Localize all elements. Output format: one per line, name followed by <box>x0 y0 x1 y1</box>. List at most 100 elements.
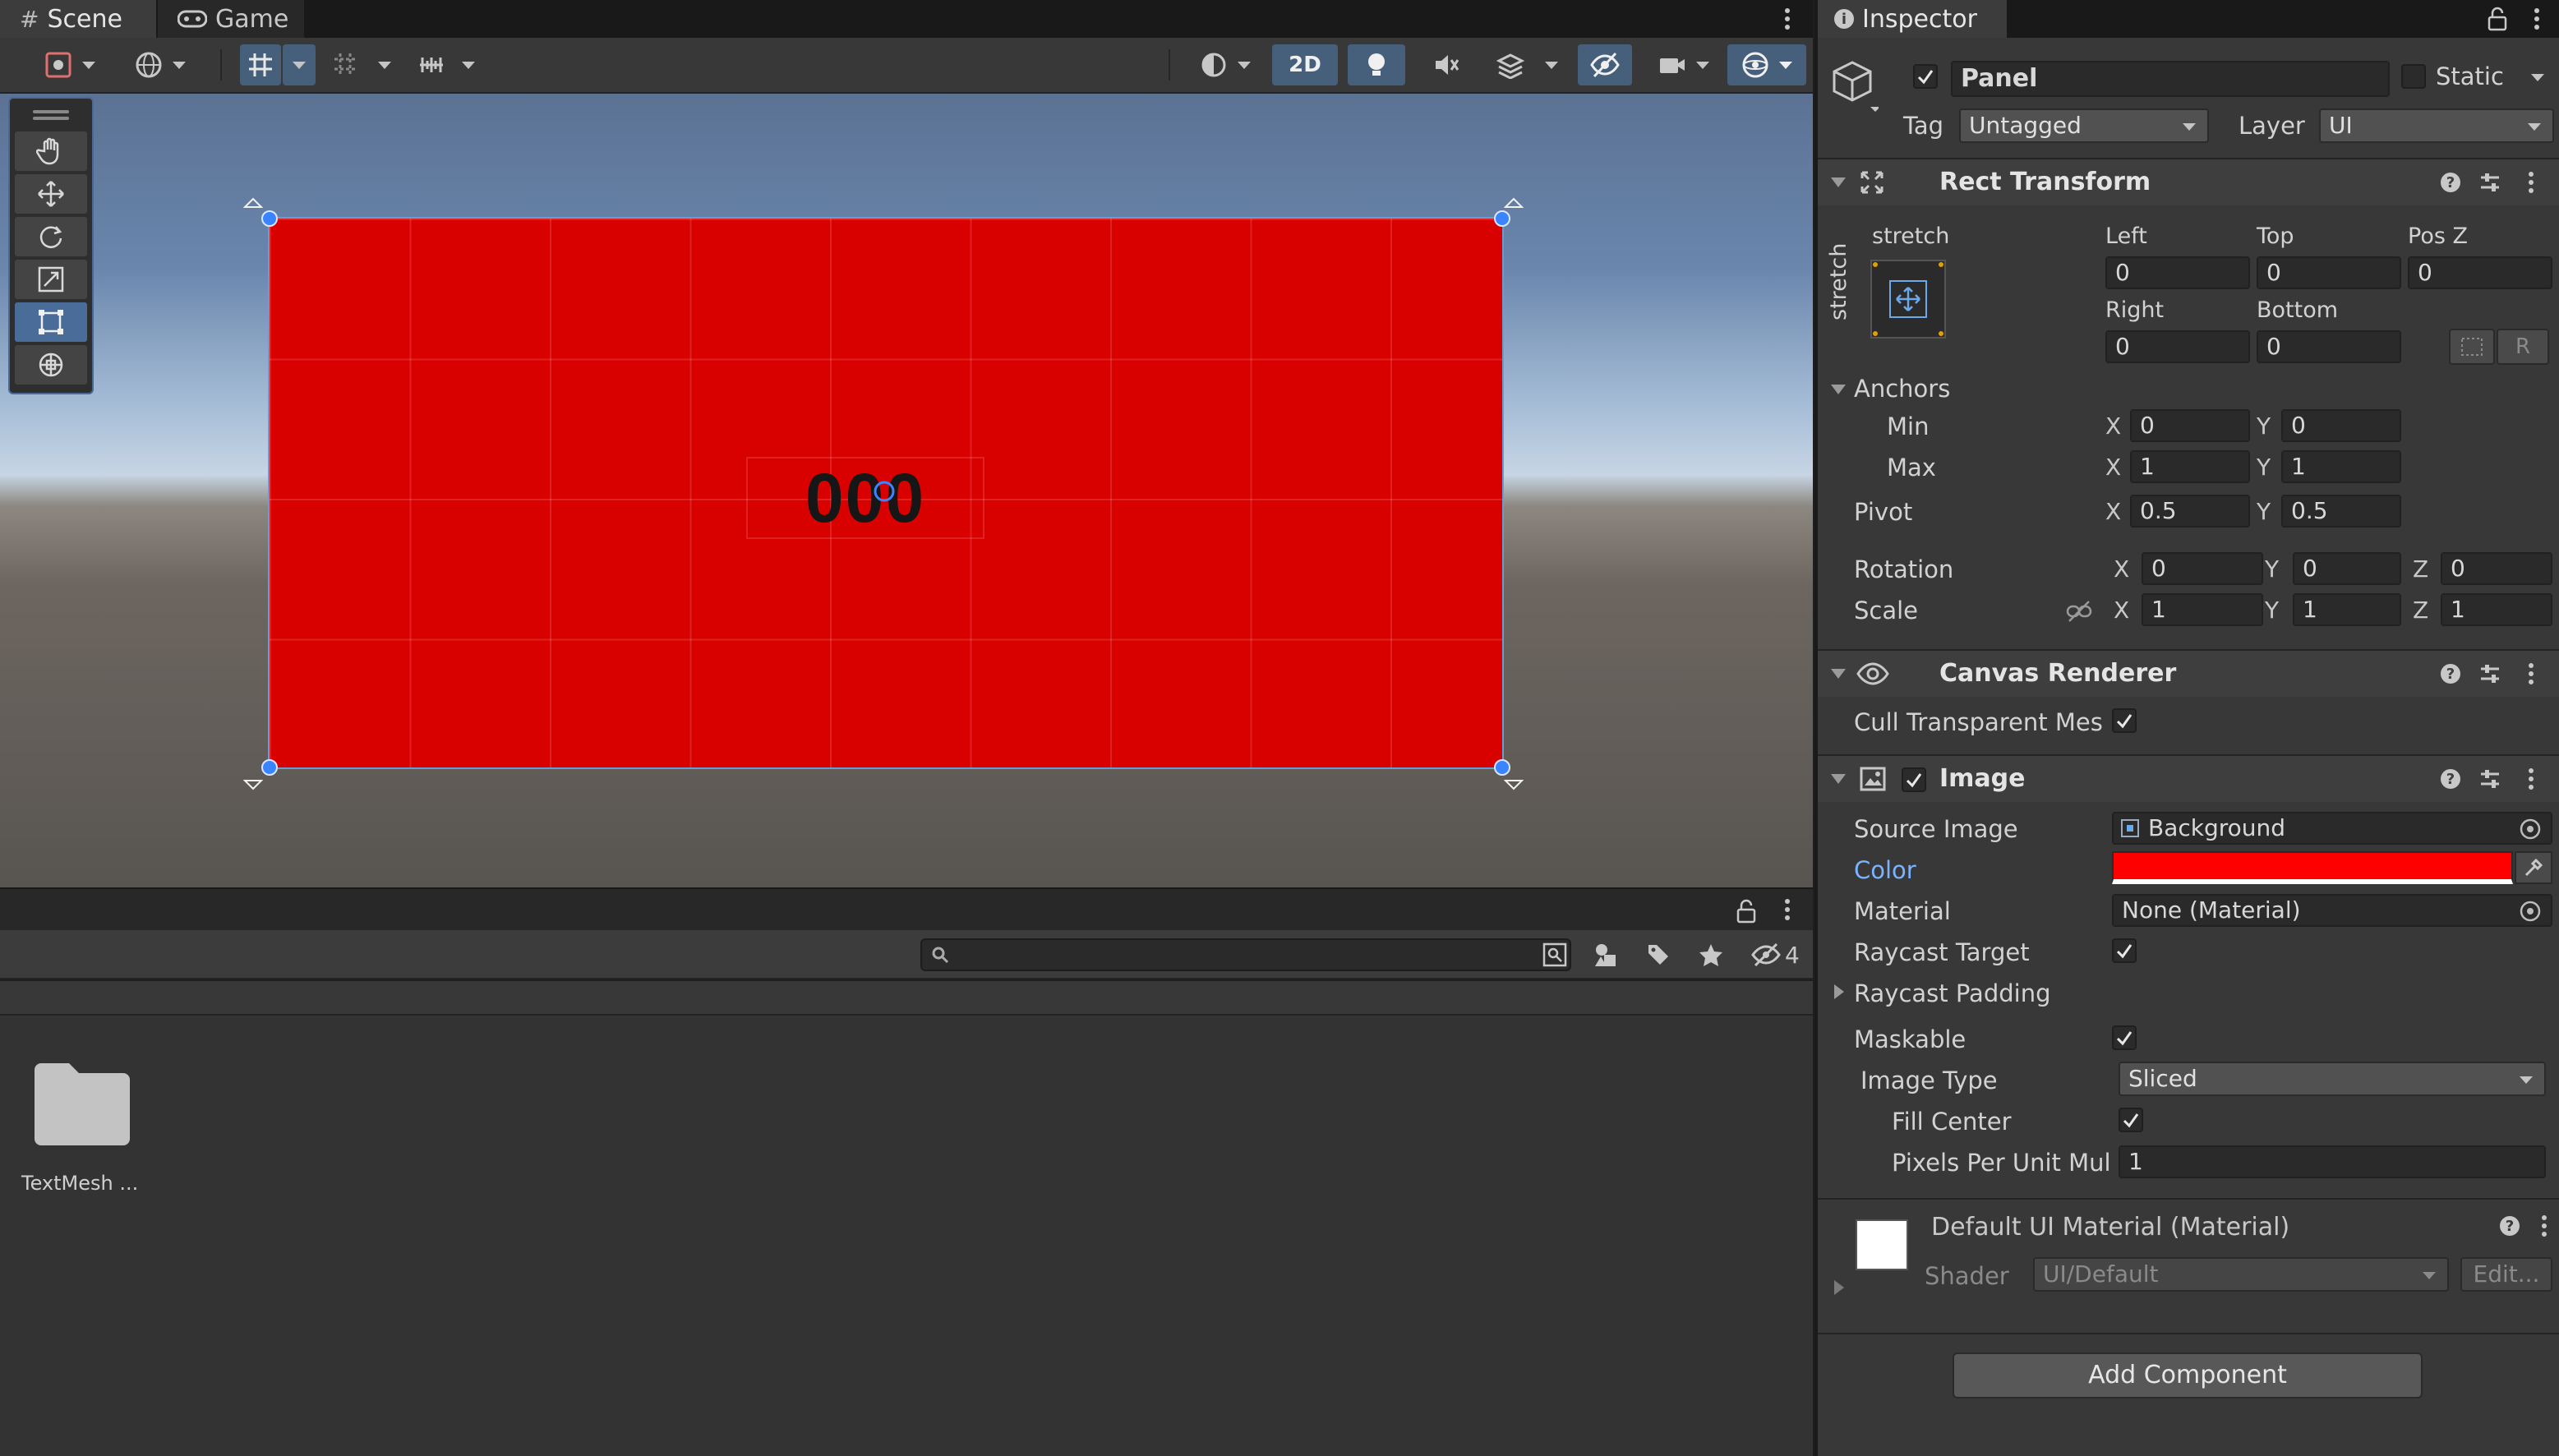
pivot-y-field[interactable]: 0.5 <box>2281 495 2401 528</box>
pivot-x-field[interactable]: 0.5 <box>2130 495 2250 528</box>
lock-icon[interactable] <box>1736 899 1757 924</box>
more-options-icon[interactable] <box>1775 5 1800 33</box>
effects-dropdown[interactable] <box>1537 44 1566 85</box>
tab-game[interactable]: Game <box>158 0 304 38</box>
collapse-triangle-icon[interactable] <box>1831 774 1846 784</box>
scene-viewport[interactable]: 000 <box>0 94 1813 887</box>
more-options-icon[interactable] <box>2520 661 2543 687</box>
scale-tool-button[interactable] <box>15 260 87 299</box>
tag-dropdown[interactable]: Untagged <box>1959 108 2209 143</box>
folder-icon[interactable] <box>31 1058 133 1149</box>
lighting-toggle[interactable] <box>1348 44 1405 85</box>
increment-snap-button[interactable] <box>325 44 367 85</box>
lock-icon[interactable] <box>2487 7 2508 31</box>
anchor-presets-button[interactable] <box>1870 260 1946 339</box>
raycast-target-checkbox[interactable] <box>2112 938 2137 963</box>
help-icon[interactable]: ? <box>2439 662 2462 685</box>
draw-mode-dropdown[interactable] <box>33 44 107 85</box>
bottom-field[interactable]: 0 <box>2257 330 2401 363</box>
raw-edit-button[interactable]: R <box>2497 329 2549 365</box>
static-checkbox[interactable] <box>2401 64 2426 89</box>
anchor-min-x-field[interactable]: 0 <box>2130 409 2250 442</box>
active-checkbox[interactable] <box>1913 64 1938 89</box>
pixels-per-unit-field[interactable]: 1 <box>2119 1145 2546 1178</box>
fill-center-checkbox[interactable] <box>2119 1108 2143 1132</box>
source-image-field[interactable]: Background <box>2112 812 2552 845</box>
folder-label[interactable]: TextMesh ... <box>21 1172 169 1195</box>
rotation-x-field[interactable]: 0 <box>2142 552 2263 585</box>
raycast-padding-foldout-icon[interactable] <box>1834 984 1844 999</box>
edit-shader-button[interactable]: Edit... <box>2460 1257 2552 1292</box>
gameobject-cube-icon[interactable] <box>1829 59 1879 115</box>
pivot-icon[interactable] <box>871 478 897 505</box>
more-options-icon[interactable] <box>2520 169 2543 196</box>
more-options-icon[interactable] <box>1775 896 1800 924</box>
camera-dropdown[interactable] <box>1647 44 1721 85</box>
material-field[interactable]: None (Material) <box>2112 894 2552 927</box>
material-foldout-icon[interactable] <box>1834 1280 1844 1295</box>
tab-inspector[interactable]: i Inspector <box>1818 0 2007 38</box>
increment-snap-dropdown[interactable] <box>370 44 399 85</box>
object-picker-icon[interactable] <box>2518 817 2543 841</box>
preset-sliders-icon[interactable] <box>2478 171 2501 194</box>
ruler-button[interactable] <box>411 44 452 85</box>
more-options-icon[interactable] <box>2524 5 2549 33</box>
maskable-checkbox[interactable] <box>2112 1025 2137 1050</box>
grid-snap-button[interactable] <box>240 44 281 85</box>
rect-handle-bottom-left[interactable] <box>261 759 278 776</box>
rotate-tool-button[interactable] <box>15 217 87 256</box>
image-type-dropdown[interactable]: Sliced <box>2119 1062 2546 1096</box>
material-preview-swatch[interactable] <box>1856 1219 1908 1270</box>
shading-mode-dropdown[interactable] <box>1188 44 1262 85</box>
left-field[interactable]: 0 <box>2105 256 2250 289</box>
right-field[interactable]: 0 <box>2105 330 2250 363</box>
anchors-label[interactable]: Anchors <box>1854 375 1950 403</box>
tab-scene[interactable]: # Scene <box>0 0 156 38</box>
anchor-min-y-field[interactable]: 0 <box>2281 409 2401 442</box>
shader-dropdown[interactable]: UI/Default <box>2033 1257 2449 1292</box>
help-icon[interactable]: ? <box>2498 1214 2521 1237</box>
grid-snap-dropdown[interactable] <box>283 44 316 85</box>
blueprint-mode-button[interactable] <box>2449 329 2495 365</box>
2d-mode-toggle[interactable]: 2D <box>1272 44 1338 85</box>
object-name-field[interactable]: Panel <box>1951 61 2390 97</box>
object-picker-icon[interactable] <box>2518 899 2543 924</box>
cull-transparent-checkbox[interactable] <box>2112 708 2137 733</box>
anchors-foldout-icon[interactable] <box>1831 385 1846 394</box>
rotation-y-field[interactable]: 0 <box>2293 552 2401 585</box>
anchor-top-right-icon[interactable] <box>1504 197 1524 217</box>
anchor-max-x-field[interactable]: 1 <box>2130 450 2250 483</box>
rotation-z-field[interactable]: 0 <box>2441 552 2552 585</box>
top-field[interactable]: 0 <box>2257 256 2401 289</box>
preset-sliders-icon[interactable] <box>2478 767 2501 790</box>
drag-handle-icon[interactable] <box>33 110 69 113</box>
preset-sliders-icon[interactable] <box>2478 662 2501 685</box>
hand-tool-button[interactable] <box>15 131 87 171</box>
more-options-icon[interactable] <box>2533 1213 2556 1239</box>
help-icon[interactable]: ? <box>2439 767 2462 790</box>
anchor-top-left-icon[interactable] <box>243 197 263 217</box>
more-options-icon[interactable] <box>2520 766 2543 792</box>
label-tag-icon[interactable] <box>1645 942 1671 968</box>
move-tool-button[interactable] <box>15 174 87 214</box>
filter-type-icon[interactable] <box>1593 942 1619 968</box>
collapse-triangle-icon[interactable] <box>1831 669 1846 679</box>
scale-y-field[interactable]: 1 <box>2293 593 2401 626</box>
hidden-objects-toggle[interactable] <box>1578 44 1632 85</box>
rect-handle-top-left[interactable] <box>261 210 278 227</box>
effects-toggle[interactable] <box>1486 44 1535 85</box>
rect-tool-button[interactable] <box>15 302 87 342</box>
anchor-max-y-field[interactable]: 1 <box>2281 450 2401 483</box>
scene-view-dropdown[interactable] <box>123 44 197 85</box>
audio-toggle[interactable] <box>1420 44 1473 85</box>
layer-dropdown[interactable]: UI <box>2319 108 2554 143</box>
ruler-dropdown[interactable] <box>454 44 483 85</box>
panel-text[interactable]: 000 <box>746 457 984 539</box>
posz-field[interactable]: 0 <box>2408 256 2552 289</box>
raycast-padding-label[interactable]: Raycast Padding <box>1854 979 2050 1007</box>
color-swatch[interactable] <box>2112 851 2513 884</box>
anchor-bottom-left-icon[interactable] <box>243 771 263 790</box>
unlinked-chain-icon[interactable] <box>2066 600 2092 623</box>
eyedropper-button[interactable] <box>2515 851 2552 884</box>
transform-tool-button[interactable] <box>15 345 87 385</box>
